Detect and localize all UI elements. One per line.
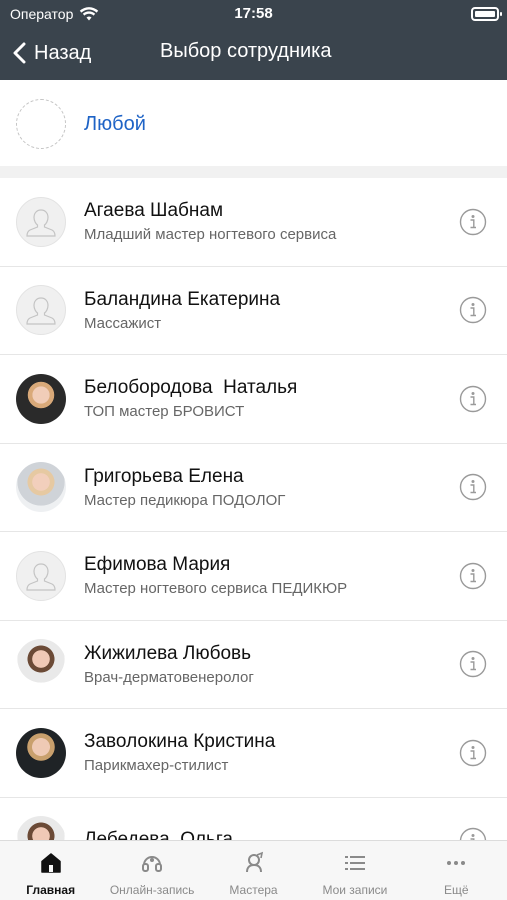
employee-photo <box>16 639 66 690</box>
employee-role: Врач-дерматовенеролог <box>84 668 254 686</box>
employee-list[interactable]: Агаева Шабнам Младший мастер ногтевого с… <box>0 178 507 840</box>
employee-row[interactable]: Ефимова Мария Мастер ногтевого сервиса П… <box>0 532 507 621</box>
employee-name: Жижилева Любовь <box>84 642 252 664</box>
employee-name: Заволокина Кристина <box>84 731 276 753</box>
back-button[interactable]: Назад <box>12 38 91 68</box>
tab-bar: Главная Онлайн-запись Мастера Мои записи… <box>0 840 507 900</box>
tab-label: Ещё <box>444 883 469 897</box>
page-title: Выбор сотрудника <box>160 40 332 62</box>
battery-icon <box>471 7 502 21</box>
tab-home[interactable]: Главная <box>0 841 101 900</box>
employee-name: Ефимова Мария <box>84 554 231 576</box>
info-icon[interactable] <box>459 739 487 767</box>
employee-photo <box>16 373 66 424</box>
employee-row[interactable]: Григорьева Елена Мастер педикюра ПОДОЛОГ <box>0 444 507 532</box>
employee-row[interactable]: Баландина Екатерина Массажист <box>0 267 507 355</box>
more-icon <box>447 861 466 865</box>
employee-row[interactable]: Жижилева Любовь Врач-дерматовенеролог <box>0 621 507 709</box>
home-icon <box>40 853 61 873</box>
employee-role: ТОП мастер БРОВИСТ <box>84 403 245 421</box>
employee-photo <box>16 816 66 840</box>
info-icon[interactable] <box>459 473 487 501</box>
any-employee-label: Любой <box>84 112 146 135</box>
employee-name: Белобородова Наталья <box>84 377 298 399</box>
tab-label: Мои записи <box>322 883 388 897</box>
employee-name: Баландина Екатерина <box>84 288 281 310</box>
employee-role: Младший мастер ногтевого сервиса <box>84 226 337 244</box>
tab-my-records[interactable]: Мои записи <box>304 841 405 900</box>
tab-label: Мастера <box>229 883 278 897</box>
headset-icon <box>142 856 163 872</box>
employee-text: Григорьева Елена Мастер педикюра ПОДОЛОГ <box>84 465 507 510</box>
info-icon[interactable] <box>459 650 487 678</box>
any-avatar-placeholder <box>16 99 66 149</box>
info-icon[interactable] <box>459 562 487 590</box>
employee-role: Мастер педикюра ПОДОЛОГ <box>84 491 286 509</box>
nav-bar: Назад Выбор сотрудника <box>0 28 507 80</box>
master-icon <box>245 851 263 873</box>
chevron-left-icon <box>13 42 26 64</box>
tab-label: Онлайн-запись <box>109 883 195 897</box>
tab-masters[interactable]: Мастера <box>203 841 304 900</box>
employee-role: Мастер ногтевого сервиса ПЕДИКЮР <box>84 580 348 598</box>
employee-text: Баландина Екатерина Массажист <box>84 288 507 333</box>
back-label: Назад <box>34 41 92 64</box>
person-outline-icon <box>26 209 56 237</box>
app-header: Оператор 17:58 Назад Выбор сотрудника <box>0 0 507 80</box>
section-separator <box>0 166 507 178</box>
employee-text: Белобородова Наталья ТОП мастер БРОВИСТ <box>84 376 507 421</box>
person-outline-icon <box>26 563 56 591</box>
info-icon[interactable] <box>459 827 487 840</box>
tab-more[interactable]: Ещё <box>406 841 507 900</box>
employee-row[interactable]: Агаева Шабнам Младший мастер ногтевого с… <box>0 178 507 267</box>
info-icon[interactable] <box>459 385 487 413</box>
employee-name: Агаева Шабнам <box>84 200 224 222</box>
status-time: 17:58 <box>234 5 273 22</box>
employee-text: Лебедева Ольга <box>84 828 507 840</box>
employee-row[interactable]: Заволокина Кристина Парикмахер-стилист <box>0 709 507 798</box>
tab-online-booking[interactable]: Онлайн-запись <box>101 841 202 900</box>
employee-text: Агаева Шабнам Младший мастер ногтевого с… <box>84 199 507 244</box>
employee-name: Григорьева Елена <box>84 465 244 487</box>
status-bar: Оператор 17:58 <box>0 0 507 28</box>
employee-text: Жижилева Любовь Врач-дерматовенеролог <box>84 642 507 687</box>
avatar-placeholder-icon <box>16 196 66 247</box>
list-icon <box>344 856 365 870</box>
employee-name: Лебедева Ольга <box>84 828 233 840</box>
employee-photo <box>16 462 66 513</box>
info-icon[interactable] <box>459 296 487 324</box>
avatar-placeholder-icon <box>16 285 66 336</box>
employee-row[interactable]: Белобородова Наталья ТОП мастер БРОВИСТ <box>0 355 507 444</box>
employee-text: Ефимова Мария Мастер ногтевого сервиса П… <box>84 553 507 598</box>
tab-label: Главная <box>26 883 76 897</box>
employee-role: Парикмахер-стилист <box>84 757 229 775</box>
info-icon[interactable] <box>459 208 487 236</box>
employee-text: Заволокина Кристина Парикмахер-стилист <box>84 730 507 775</box>
employee-photo <box>16 727 66 778</box>
avatar-placeholder-icon <box>16 550 66 601</box>
employee-row[interactable]: Лебедева Ольга <box>0 798 507 840</box>
person-outline-icon <box>26 297 56 325</box>
any-employee-option[interactable]: Любой <box>0 80 507 168</box>
employee-role: Массажист <box>84 314 162 332</box>
